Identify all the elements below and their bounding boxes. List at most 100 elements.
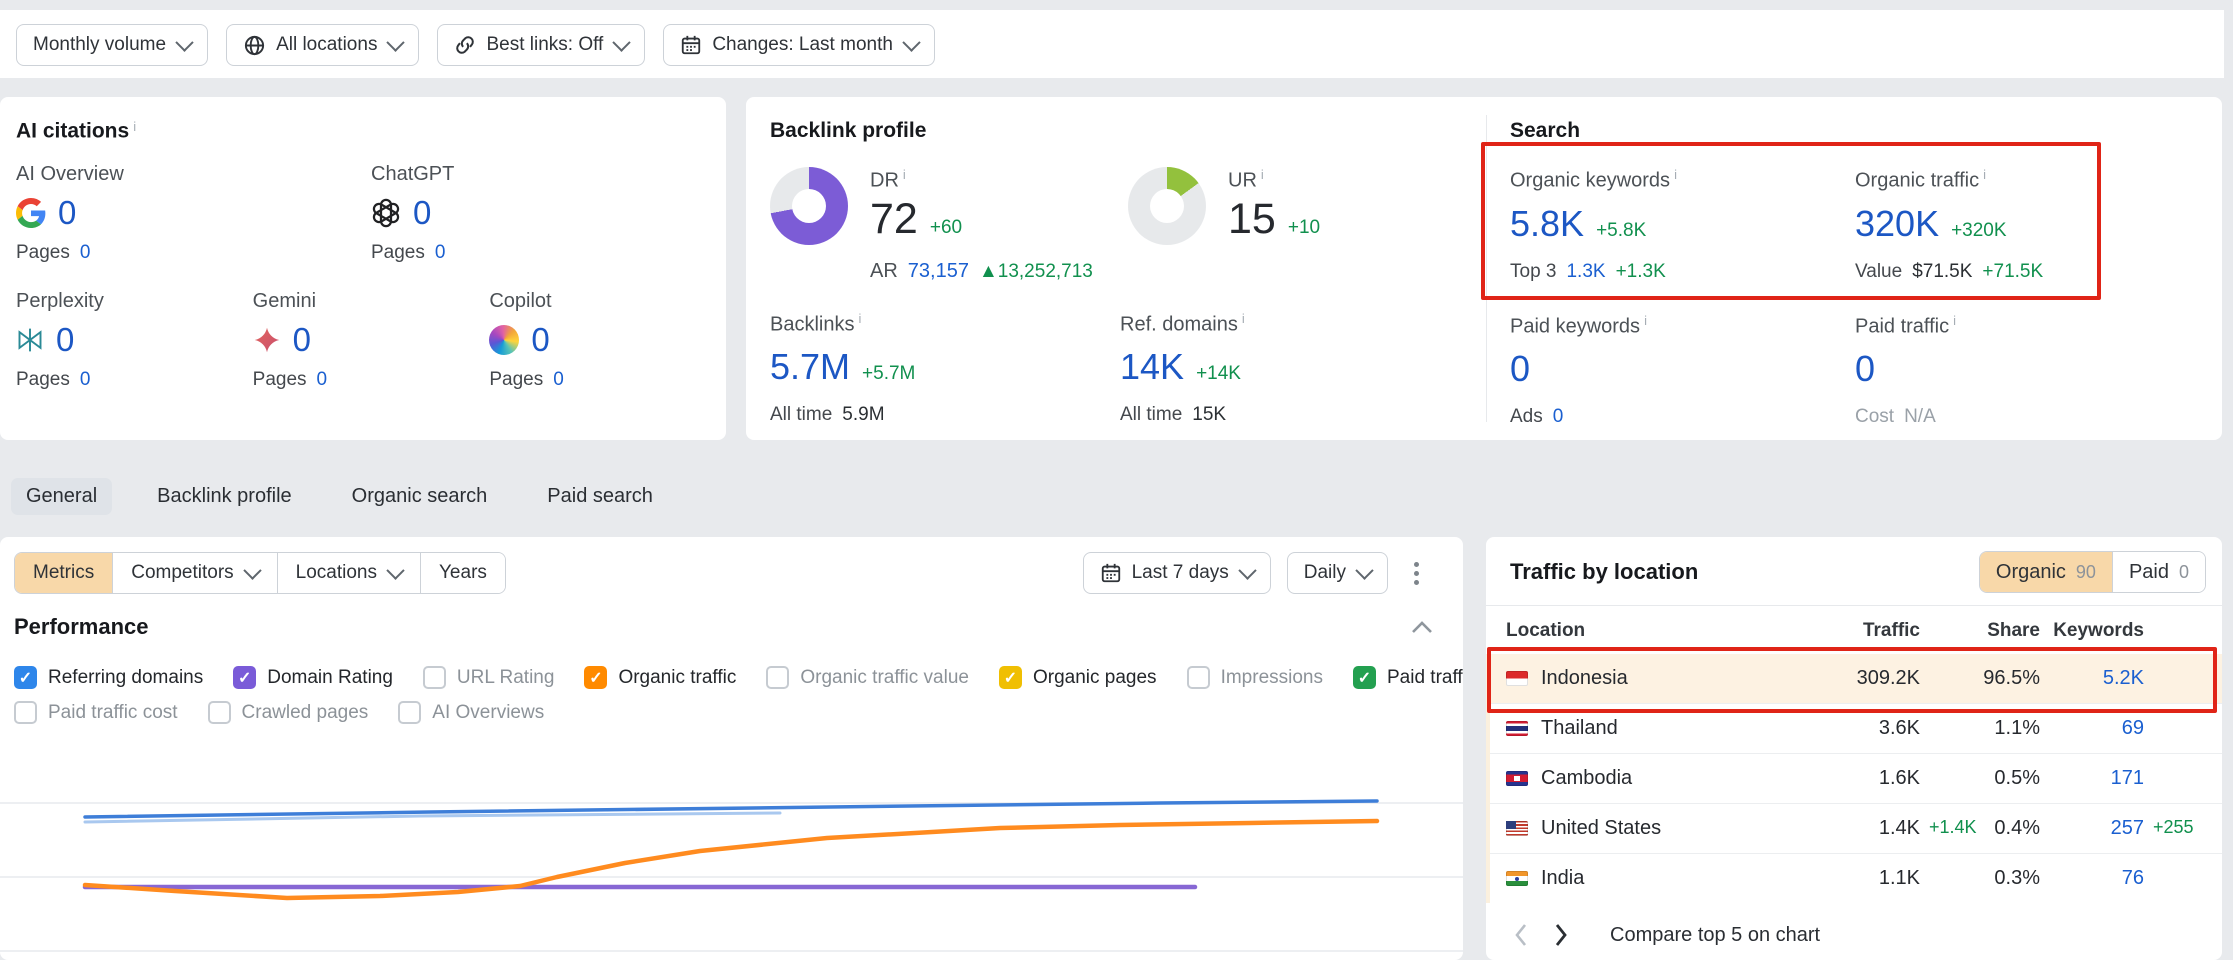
ref-domains-link[interactable]: 14K [1120,346,1184,388]
info-icon[interactable] [1257,170,1264,192]
table-row-india[interactable]: India 1.1K 0.3% 76 [1490,854,2222,903]
indonesia-flag-icon [1506,671,1528,686]
pages-count-link[interactable]: 0 [553,369,564,391]
info-icon[interactable] [1238,313,1245,335]
best-links-dropdown[interactable]: Best links: Off [437,24,645,66]
ads-link[interactable]: 0 [1553,406,1564,428]
metric-checkbox-paid-traffic[interactable]: Paid traffic [1353,666,1463,689]
locations-dropdown[interactable]: All locations [226,24,419,66]
info-icon[interactable] [1979,170,1986,192]
chevron-down-icon [1355,561,1373,579]
keywords-link[interactable]: 76 [2122,867,2144,889]
date-range-dropdown[interactable]: Last 7 days [1083,552,1271,594]
keywords-link[interactable]: 171 [2111,767,2144,789]
chevron-down-icon [175,33,193,51]
location-table: Indonesia 309.2K 96.5% 5.2K Thailand 3.6… [1486,654,2222,903]
gemini-icon [253,326,281,354]
tab-paid-search[interactable]: Paid search [532,478,668,515]
perplexity-count-link[interactable]: 0 [56,321,74,359]
metric-checkbox-impressions[interactable]: Impressions [1187,666,1323,689]
column-keywords[interactable]: Keywords [2040,620,2144,642]
metric-checkbox-organic-pages[interactable]: Organic pages [999,666,1157,689]
gemini-count-link[interactable]: 0 [293,321,311,359]
ar-rank-link[interactable]: 73,157 [908,260,969,283]
backlinks-link[interactable]: 5.7M [770,346,850,388]
info-icon[interactable] [129,124,136,141]
pages-count-link[interactable]: 0 [80,242,91,264]
table-row-united-states[interactable]: United States 1.4K+1.4K 0.4% 257+255 [1490,804,2222,854]
info-icon[interactable] [1670,170,1677,192]
segment-locations[interactable]: Locations [277,553,420,593]
section-tabs: General Backlink profile Organic search … [11,478,668,515]
tab-general[interactable]: General [11,478,112,515]
performance-panel: Metrics Competitors Locations Years Last… [0,537,1463,960]
granularity-dropdown[interactable]: Daily [1287,552,1388,594]
view-segmented-control: Metrics Competitors Locations Years [14,552,506,594]
metric-checkbox-url-rating[interactable]: URL Rating [423,666,555,689]
metric-checkbox-paid-traffic-cost[interactable]: Paid traffic cost [14,701,178,724]
chevron-down-icon [613,33,631,51]
chevron-down-icon [902,33,920,51]
metric-checkboxes: Referring domains Domain Rating URL Rati… [0,640,1463,724]
tab-organic-search[interactable]: Organic search [337,478,503,515]
checkbox-icon [233,666,256,689]
table-row-indonesia[interactable]: Indonesia 309.2K 96.5% 5.2K [1490,654,2222,704]
tab-backlink-profile[interactable]: Backlink profile [142,478,307,515]
backlink-profile-section: Backlink profile DR 72 +60 AR 73,157 ▲13… [770,97,1470,426]
monthly-volume-dropdown[interactable]: Monthly volume [16,24,208,66]
pager-next-icon[interactable] [1554,923,1568,947]
checkbox-icon [398,701,421,724]
link-icon [454,34,476,56]
openai-icon [371,198,401,228]
organic-traffic-link[interactable]: 320K [1855,203,1939,245]
pages-count-link[interactable]: 0 [435,242,446,264]
collapse-chevron-up-icon[interactable] [1411,620,1433,634]
metric-checkbox-organic-traffic[interactable]: Organic traffic [584,666,736,689]
divider [1486,115,1487,422]
table-row-cambodia[interactable]: Cambodia 1.6K 0.5% 171 [1490,754,2222,804]
column-location[interactable]: Location [1506,620,1690,642]
metric-checkbox-referring-domains[interactable]: Referring domains [14,666,203,689]
changes-dropdown[interactable]: Changes: Last month [663,24,935,66]
paid-keywords-link[interactable]: 0 [1510,348,1530,390]
metric-checkbox-crawled-pages[interactable]: Crawled pages [208,701,369,724]
checkbox-icon [1353,666,1376,689]
keywords-link[interactable]: 257 [2111,817,2144,839]
toggle-paid[interactable]: Paid 0 [2112,552,2205,592]
india-flag-icon [1506,871,1528,886]
pager-prev-icon[interactable] [1514,923,1528,947]
compare-top5-button[interactable]: Compare top 5 on chart [1610,924,1820,947]
pages-count-link[interactable]: 0 [80,369,91,391]
keywords-link[interactable]: 5.2K [2103,667,2144,689]
keywords-link[interactable]: 69 [2122,717,2144,739]
info-icon[interactable] [1640,315,1647,337]
column-traffic[interactable]: Traffic [1690,620,1920,642]
segment-competitors[interactable]: Competitors [112,553,276,593]
table-row-thailand[interactable]: Thailand 3.6K 1.1% 69 [1490,704,2222,754]
ur-block: UR 15 +10 [1128,167,1320,283]
checkbox-icon [14,666,37,689]
more-options-kebab-icon[interactable] [1404,556,1429,591]
paid-traffic-stat: Paid traffic 0 Cost N/A [1855,313,2200,429]
performance-chart[interactable] [0,770,1463,960]
info-icon[interactable] [1949,315,1956,337]
toggle-organic[interactable]: Organic 90 [1980,552,2112,592]
gemini-stat: Gemini 0 Pages0 [253,290,490,391]
metric-checkbox-organic-traffic-value[interactable]: Organic traffic value [766,666,969,689]
traffic-by-location-title: Traffic by location [1510,559,1698,585]
copilot-count-link[interactable]: 0 [531,321,549,359]
metric-checkbox-domain-rating[interactable]: Domain Rating [233,666,393,689]
segment-metrics[interactable]: Metrics [15,553,112,593]
pages-count-link[interactable]: 0 [317,369,328,391]
metric-checkbox-ai-overviews[interactable]: AI Overviews [398,701,544,724]
info-icon[interactable] [899,170,906,192]
chatgpt-count-link[interactable]: 0 [413,194,431,232]
ai-overview-count-link[interactable]: 0 [58,194,76,232]
info-icon[interactable] [854,313,861,335]
segment-years[interactable]: Years [420,553,505,593]
organic-keywords-link[interactable]: 5.8K [1510,203,1584,245]
top3-link[interactable]: 1.3K [1566,261,1605,283]
paid-traffic-link[interactable]: 0 [1855,348,1875,390]
table-header: Location Traffic Share Keywords [1486,606,2222,654]
column-share[interactable]: Share [1920,620,2040,642]
